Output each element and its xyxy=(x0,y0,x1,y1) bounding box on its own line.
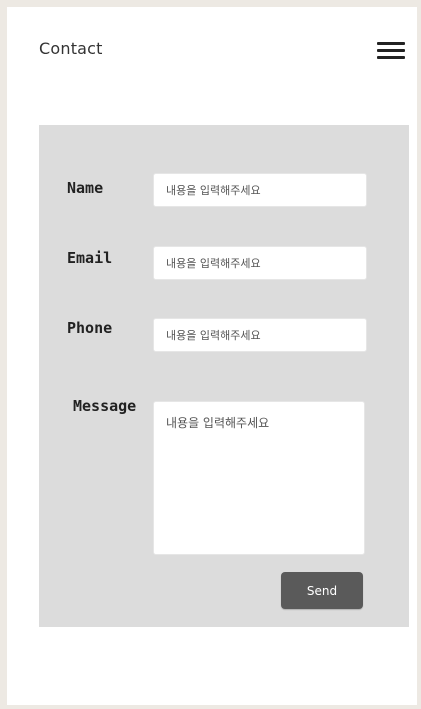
send-button[interactable]: Send xyxy=(281,572,363,609)
name-label: Name xyxy=(67,179,104,197)
menu-bar-top xyxy=(377,42,405,45)
menu-bar-middle xyxy=(377,49,405,52)
phone-label: Phone xyxy=(67,319,113,337)
hamburger-menu-icon[interactable] xyxy=(377,42,405,62)
message-field[interactable] xyxy=(153,401,365,555)
name-field[interactable] xyxy=(153,173,367,207)
contact-form: Name Email Phone Message Send xyxy=(39,125,409,627)
message-label: Message xyxy=(73,397,137,415)
page-frame: Contact Name Email Phone Message Send xyxy=(7,7,417,705)
email-field[interactable] xyxy=(153,246,367,280)
menu-bar-bottom xyxy=(377,56,405,59)
page-title: Contact xyxy=(39,39,103,58)
email-label: Email xyxy=(67,249,113,267)
phone-field[interactable] xyxy=(153,318,367,352)
